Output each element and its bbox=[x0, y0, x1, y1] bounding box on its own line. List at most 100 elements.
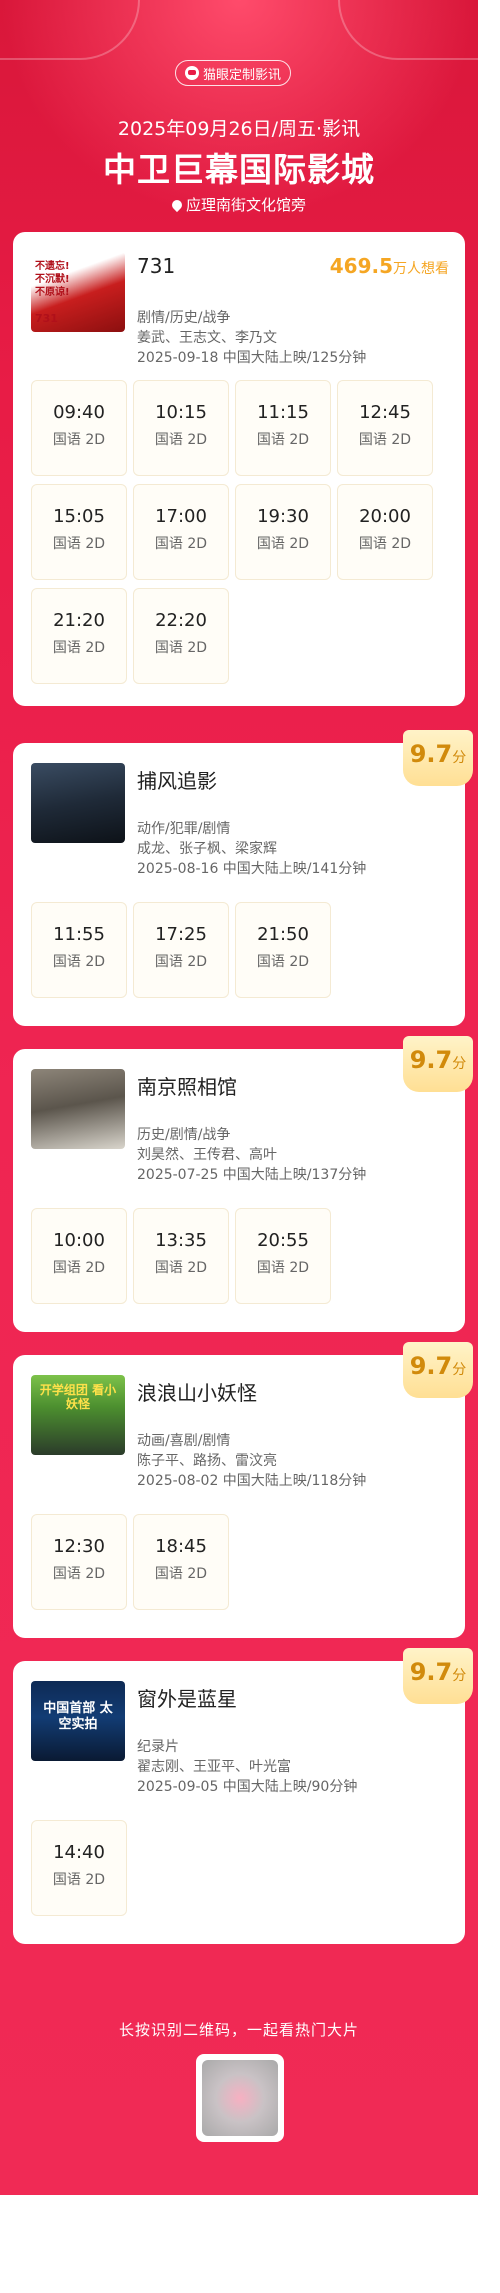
movie-card: 中国首部 太空实拍 窗外是蓝星 纪录片 翟志刚、王亚平、叶光富 2025-09-… bbox=[13, 1661, 465, 1944]
showtime-time: 19:30 bbox=[257, 506, 309, 527]
showtime-slot[interactable]: 17:00 国语 2D bbox=[133, 484, 229, 580]
date-line: 2025年09月26日/周五·影讯 bbox=[117, 118, 361, 140]
rating-unit: 分 bbox=[452, 1362, 467, 1378]
showtime-time: 14:40 bbox=[53, 1842, 105, 1863]
showtime-slot[interactable]: 19:30 国语 2D bbox=[235, 484, 331, 580]
showtime-format: 国语 2D bbox=[52, 536, 106, 552]
movie-title[interactable]: 捕风追影 bbox=[137, 765, 217, 794]
showtime-format: 国语 2D bbox=[358, 432, 412, 448]
movie-title[interactable]: 南京照相馆 bbox=[137, 1071, 237, 1100]
movie-genre: 动作/犯罪/剧情 bbox=[137, 821, 231, 837]
movie-card: 不遗忘! 不沉默! 不原谅! 731 731 469.5 万人想看 剧情/历史/… bbox=[13, 232, 465, 706]
movie-card: 开学组团 看小妖怪 浪浪山小妖怪 动画/喜剧/剧情 陈子平、路扬、雷汶亮 202… bbox=[13, 1355, 465, 1638]
rating-score: 9.7 bbox=[409, 1658, 453, 1686]
movie-poster[interactable] bbox=[31, 763, 125, 843]
movie-poster[interactable]: 中国首部 太空实拍 bbox=[31, 1681, 125, 1761]
showtime-slot[interactable]: 12:30 国语 2D bbox=[31, 1514, 127, 1610]
showtime-time: 10:15 bbox=[155, 402, 207, 423]
movie-poster[interactable]: 不遗忘! 不沉默! 不原谅! 731 bbox=[31, 252, 125, 332]
movie-release: 2025-09-18 中国大陆上映/125分钟 bbox=[137, 350, 367, 366]
showtime-time: 13:35 bbox=[155, 1230, 207, 1251]
rating-unit: 分 bbox=[452, 1668, 467, 1684]
showtime-format: 国语 2D bbox=[256, 536, 310, 552]
showtime-time: 18:45 bbox=[155, 1536, 207, 1557]
movie-card: 捕风追影 动作/犯罪/剧情 成龙、张子枫、梁家辉 2025-08-16 中国大陆… bbox=[13, 743, 465, 1026]
showtime-slot[interactable]: 11:55 国语 2D bbox=[31, 902, 127, 998]
showtime-slot[interactable]: 21:50 国语 2D bbox=[235, 902, 331, 998]
rating-score: 9.7 bbox=[409, 740, 453, 768]
rating-unit: 分 bbox=[452, 750, 467, 766]
showtime-slot[interactable]: 10:00 国语 2D bbox=[31, 1208, 127, 1304]
showtime-format: 国语 2D bbox=[52, 1260, 106, 1276]
showtime-format: 国语 2D bbox=[154, 640, 208, 656]
qr-hint: 长按识别二维码，一起看热门大片 bbox=[118, 2021, 359, 2039]
rating-score: 9.7 bbox=[409, 1352, 453, 1380]
movie-title[interactable]: 窗外是蓝星 bbox=[137, 1683, 237, 1712]
address-text: 应理南街文化馆旁 bbox=[185, 196, 306, 214]
showtime-time: 12:45 bbox=[359, 402, 411, 423]
movie-genre: 纪录片 bbox=[137, 1739, 179, 1755]
movie-genre: 历史/剧情/战争 bbox=[137, 1127, 231, 1143]
brand-label: 猫眼定制影讯 bbox=[202, 67, 281, 83]
showtime-slot[interactable]: 17:25 国语 2D bbox=[133, 902, 229, 998]
movie-release: 2025-08-02 中国大陆上映/118分钟 bbox=[137, 1473, 367, 1489]
showtime-slot[interactable]: 21:20 国语 2D bbox=[31, 588, 127, 684]
movie-title[interactable]: 浪浪山小妖怪 bbox=[137, 1377, 257, 1406]
cinema-address: 应理南街文化馆旁 bbox=[0, 194, 478, 215]
showtime-slot[interactable]: 12:45 国语 2D bbox=[337, 380, 433, 476]
showtime-format: 国语 2D bbox=[154, 954, 208, 970]
showtime-slot[interactable]: 09:40 国语 2D bbox=[31, 380, 127, 476]
movie-release: 2025-09-05 中国大陆上映/90分钟 bbox=[137, 1779, 358, 1795]
showtime-format: 国语 2D bbox=[52, 1872, 106, 1888]
poster-caption: 开学组团 看小妖怪 bbox=[39, 1383, 117, 1411]
showtime-time: 22:20 bbox=[155, 610, 207, 631]
showtime-time: 10:00 bbox=[53, 1230, 105, 1251]
showtime-format: 国语 2D bbox=[154, 1260, 208, 1276]
showtime-time: 11:55 bbox=[53, 924, 105, 945]
movie-cast: 成龙、张子枫、梁家辉 bbox=[137, 841, 277, 857]
showtime-time: 09:40 bbox=[53, 402, 105, 423]
showtime-slot[interactable]: 22:20 国语 2D bbox=[133, 588, 229, 684]
rating-badge: 9.7分 bbox=[403, 1648, 473, 1704]
showtime-format: 国语 2D bbox=[256, 1260, 310, 1276]
showtime-slot[interactable]: 13:35 国语 2D bbox=[133, 1208, 229, 1304]
showtime-slot[interactable]: 14:40 国语 2D bbox=[31, 1820, 127, 1916]
showtime-slot[interactable]: 10:15 国语 2D bbox=[133, 380, 229, 476]
location-pin-icon bbox=[169, 197, 185, 212]
movie-genre: 剧情/历史/战争 bbox=[137, 310, 231, 326]
showtime-time: 11:15 bbox=[257, 402, 309, 423]
showtime-format: 国语 2D bbox=[154, 536, 208, 552]
showtime-time: 20:55 bbox=[257, 1230, 309, 1251]
showtime-format: 国语 2D bbox=[256, 954, 310, 970]
qr-code-image bbox=[202, 2060, 278, 2136]
movie-title[interactable]: 731 bbox=[137, 254, 175, 278]
movie-cast: 姜武、王志文、李乃文 bbox=[137, 330, 277, 346]
rating-unit: 分 bbox=[452, 1056, 467, 1072]
maoyan-logo-icon bbox=[184, 66, 199, 80]
showtime-time: 17:00 bbox=[155, 506, 207, 527]
qr-code[interactable] bbox=[196, 2054, 284, 2142]
movie-poster[interactable]: 开学组团 看小妖怪 bbox=[31, 1375, 125, 1455]
showtime-time: 21:50 bbox=[257, 924, 309, 945]
showtime-slot[interactable]: 11:15 国语 2D bbox=[235, 380, 331, 476]
showtime-format: 国语 2D bbox=[52, 1566, 106, 1582]
showtime-slot[interactable]: 18:45 国语 2D bbox=[133, 1514, 229, 1610]
showtime-format: 国语 2D bbox=[358, 536, 412, 552]
rating-badge: 9.7分 bbox=[403, 730, 473, 786]
showtime-time: 15:05 bbox=[53, 506, 105, 527]
movie-cast: 翟志刚、王亚平、叶光富 bbox=[137, 1759, 291, 1775]
movie-poster[interactable] bbox=[31, 1069, 125, 1149]
movie-cast: 陈子平、路扬、雷汶亮 bbox=[137, 1453, 277, 1469]
showtime-slot[interactable]: 20:00 国语 2D bbox=[337, 484, 433, 580]
movie-cast: 刘昊然、王传君、高叶 bbox=[137, 1147, 277, 1163]
cinema-name: 中卫巨幕国际影城 bbox=[103, 150, 375, 189]
want-label: 万人想看 bbox=[393, 261, 449, 277]
want-count: 469.5 bbox=[329, 254, 393, 278]
rating-badge: 9.7分 bbox=[403, 1342, 473, 1398]
showtime-slot[interactable]: 20:55 国语 2D bbox=[235, 1208, 331, 1304]
showtime-time: 12:30 bbox=[53, 1536, 105, 1557]
poster-caption: 不遗忘! 不沉默! 不原谅! bbox=[35, 261, 70, 298]
showtime-slot[interactable]: 15:05 国语 2D bbox=[31, 484, 127, 580]
poster-title: 731 bbox=[35, 312, 58, 325]
showtime-format: 国语 2D bbox=[256, 432, 310, 448]
